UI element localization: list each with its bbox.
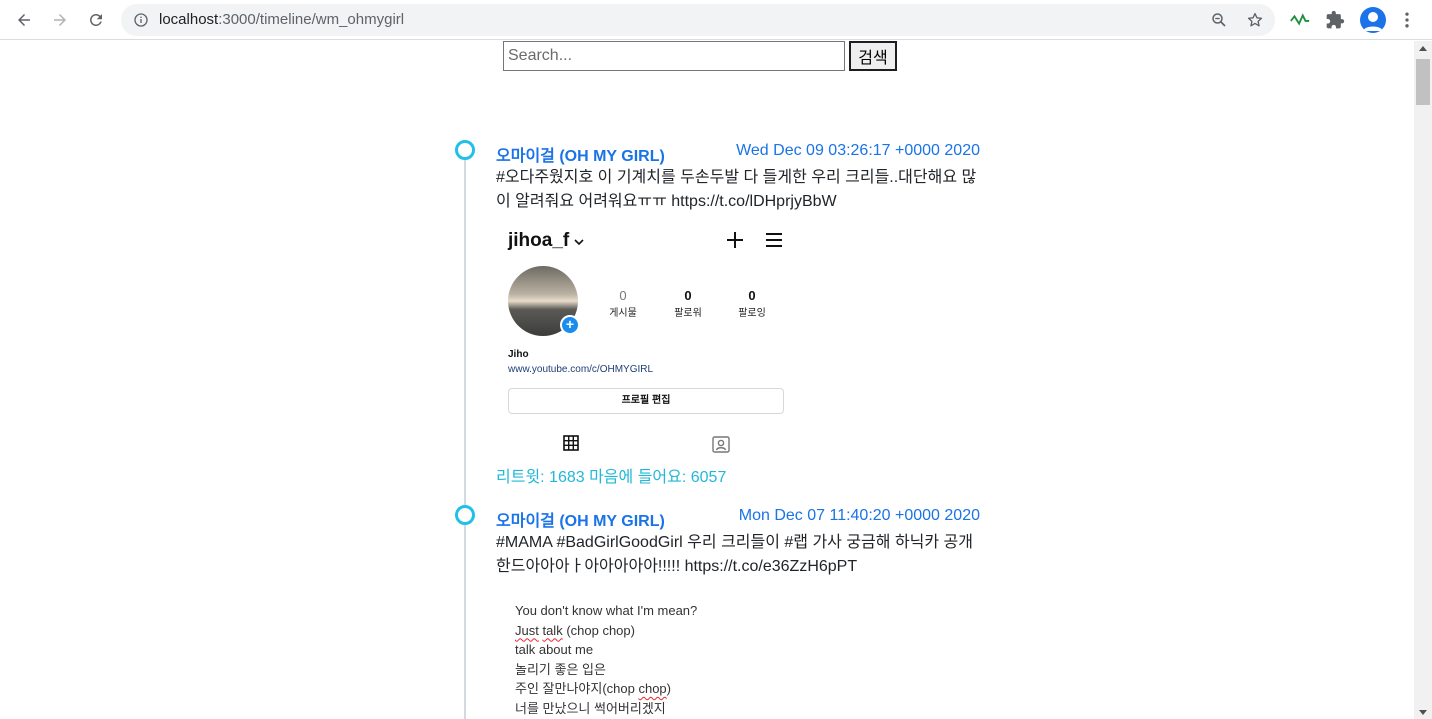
url-text[interactable]: localhost:3000/timeline/wm_ohmygirl [159,11,404,28]
lyric-line: 놀리기 좋은 입은 [515,661,606,677]
tagged-person-icon [712,436,730,453]
scroll-up-arrow-icon[interactable] [1419,46,1427,51]
lyric-word: (chop chop) [562,622,635,638]
page-viewport: 검색 오마이걸 (OH MY GIRL) Wed Dec 09 03:26:17… [0,41,1414,719]
extension-pulse-icon[interactable] [1289,9,1311,31]
tweet-author[interactable]: 오마이걸 (OH MY GIRL) [496,142,665,166]
ig-posts-count: 0 [619,288,627,303]
browser-toolbar: localhost:3000/timeline/wm_ohmygirl [0,0,1432,40]
ig-edit-profile-button: 프로필 편집 [508,388,784,414]
timeline-line [464,152,466,719]
tweet-date[interactable]: Mon Dec 07 11:40:20 +0000 2020 [739,507,980,525]
scrollbar-thumb[interactable] [1416,59,1430,105]
bookmark-star-icon[interactable] [1246,11,1264,29]
add-story-plus-icon: + [560,315,580,335]
ig-stat-posts: 0 게시물 [593,288,653,319]
tweet-media-image[interactable]: You don't know what I'm mean? Just talk … [515,601,815,718]
url-host: localhost [159,11,219,28]
lyric-line: Just talk (chop chop) [515,621,815,641]
url-path: :3000/timeline/wm_ohmygirl [218,11,405,28]
tweet-date[interactable]: Wed Dec 09 03:26:17 +0000 2020 [736,142,980,160]
grid-icon [563,435,579,451]
more-vert-icon[interactable] [1396,9,1418,31]
lyric-word: 주인 잘만나야지(chop [515,681,639,696]
lyric-line: 주인 잘만나야지(chop chop) [515,679,815,699]
ig-stat-following: 0 팔로잉 [722,288,782,319]
ig-followers-label: 팔로워 [674,308,702,319]
lyric-line: You don't know what I'm mean? [515,603,698,618]
site-info-icon[interactable] [133,12,149,28]
extensions-puzzle-icon[interactable] [1324,9,1346,31]
scroll-down-arrow-icon[interactable] [1419,710,1427,715]
plus-icon [727,232,743,248]
tweet-text: #MAMA #BadGirlGoodGirl 우리 크리들이 #랩 가사 궁금해… [496,534,973,575]
lyric-word: ) [666,681,672,696]
zoom-icon[interactable] [1210,11,1228,29]
vertical-scrollbar[interactable] [1414,41,1432,719]
ig-following-count: 0 [748,288,756,303]
tweet-author[interactable]: 오마이걸 (OH MY GIRL) [496,507,665,531]
tweet-media-image[interactable]: jihoa_f + 0 게시물 0 팔로워 0 팔로잉 Jiho www.you… [496,216,796,461]
profile-avatar[interactable] [1360,7,1386,33]
tweet-text: #오다주웠지호 이 기계치를 두손두발 다 들게한 우리 크리들..대단해요 많… [496,169,977,210]
reload-icon[interactable] [82,6,110,34]
back-arrow-icon[interactable] [10,6,38,34]
hamburger-menu-icon [766,233,782,247]
timeline-dot [455,505,475,525]
lyric-word: talk [542,622,563,638]
lyric-word: chop [638,681,667,696]
timeline-dot [455,140,475,160]
ig-bio-link: www.youtube.com/c/OHMYGIRL [508,364,654,375]
ig-posts-label: 게시물 [609,308,637,319]
address-bar[interactable]: localhost:3000/timeline/wm_ohmygirl [121,4,1275,36]
chevron-down-icon [574,239,584,246]
ig-followers-count: 0 [684,288,692,303]
forward-arrow-icon[interactable] [46,6,74,34]
ig-following-label: 팔로잉 [738,308,766,319]
search-button[interactable]: 검색 [849,41,897,71]
lyric-line: talk about me [515,642,594,657]
tweet-stats: 리트윗: 1683 마음에 들어요: 6057 [496,469,727,486]
ig-display-name: Jiho [508,349,529,360]
search-input[interactable] [503,41,845,71]
ig-username: jihoa_f [508,230,570,251]
lyric-word: Just [515,622,539,638]
lyric-line: 너를 만났으니 썩어버리겠지 [515,700,666,716]
ig-stat-followers: 0 팔로워 [658,288,718,319]
